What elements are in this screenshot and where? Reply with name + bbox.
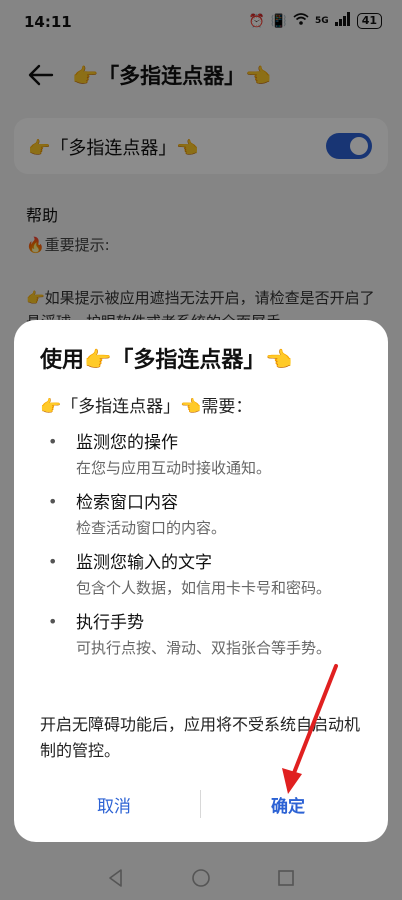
permission-item: • 监测您输入的文字 包含个人数据，如信用卡卡号和密码。: [44, 550, 364, 600]
dialog-subtitle: 👉「多指连点器」👈需要：: [40, 397, 253, 417]
permission-item: • 监测您的操作 在您与应用互动时接收通知。: [44, 430, 364, 480]
button-divider: [200, 790, 201, 818]
permission-title: 执行手势: [76, 613, 144, 633]
cancel-button[interactable]: 取消: [54, 792, 174, 817]
bullet-icon: •: [48, 492, 58, 511]
dialog-title: 使用👉「多指连点器」👈: [40, 348, 293, 373]
permission-item: • 执行手势 可执行点按、滑动、双指张合等手势。: [44, 610, 364, 660]
nav-recents-icon[interactable]: [274, 866, 298, 890]
permission-title: 检索窗口内容: [76, 493, 178, 513]
nav-back-icon[interactable]: [104, 866, 128, 890]
permission-title: 监测您输入的文字: [76, 553, 212, 573]
permission-item: • 检索窗口内容 检查活动窗口的内容。: [44, 490, 364, 540]
system-nav-bar: [0, 856, 402, 900]
bullet-icon: •: [48, 432, 58, 451]
permission-title: 监测您的操作: [76, 433, 178, 453]
permission-desc: 在您与应用互动时接收通知。: [76, 459, 272, 477]
permission-list: • 监测您的操作 在您与应用互动时接收通知。 • 检索窗口内容 检查活动窗口的内…: [44, 430, 364, 670]
bullet-icon: •: [48, 612, 58, 631]
bullet-icon: •: [48, 552, 58, 571]
permission-desc: 可执行点按、滑动、双指张合等手势。: [76, 639, 332, 657]
annotation-arrow-icon: [282, 664, 338, 794]
permission-desc: 检查活动窗口的内容。: [76, 519, 227, 537]
permission-desc: 包含个人数据，如信用卡卡号和密码。: [76, 579, 332, 597]
nav-home-icon[interactable]: [189, 866, 213, 890]
